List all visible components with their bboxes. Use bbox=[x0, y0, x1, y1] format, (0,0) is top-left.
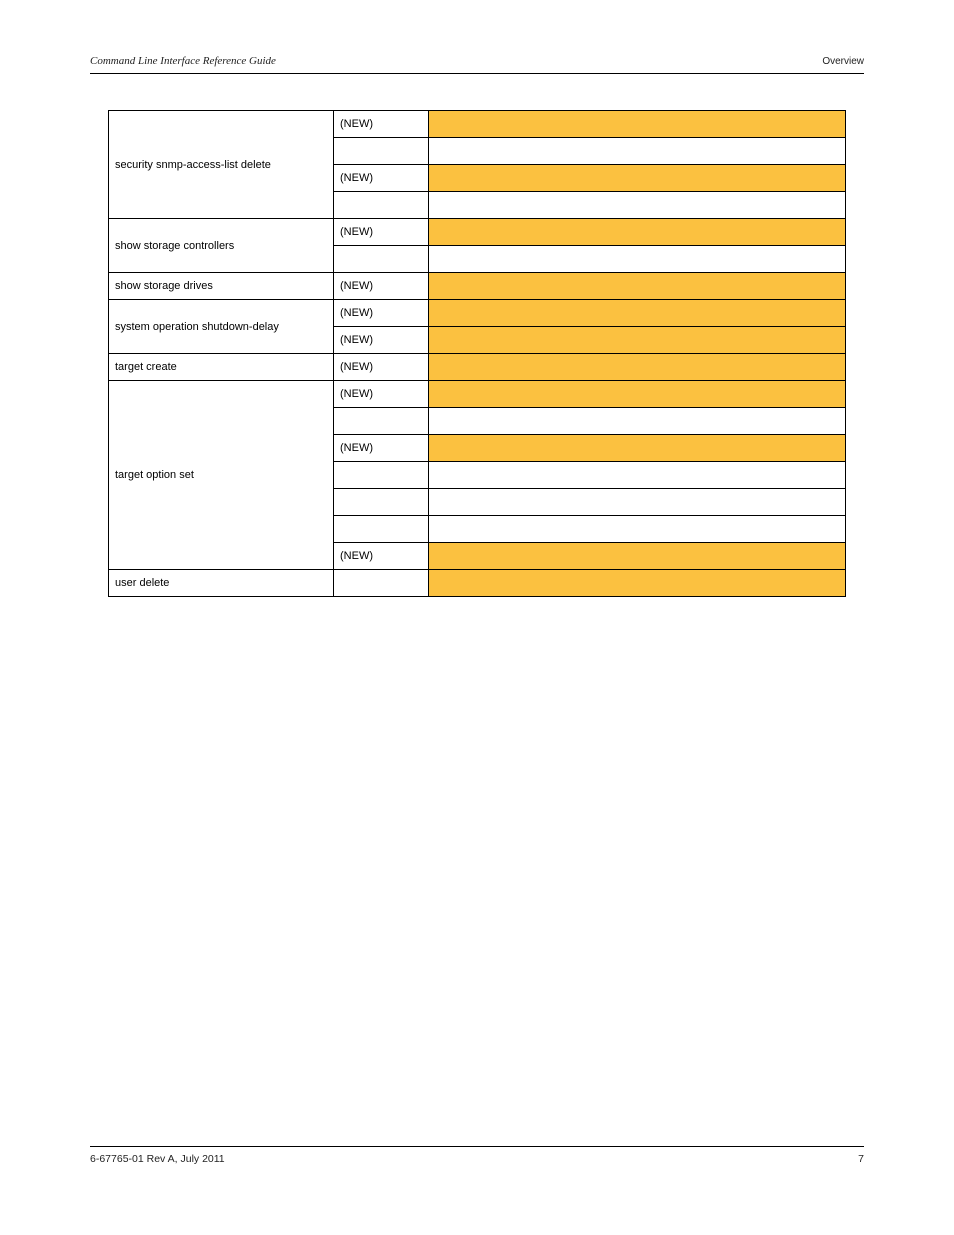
desc-cell bbox=[429, 111, 846, 138]
sub-cell bbox=[334, 138, 429, 165]
table-row: user delete bbox=[109, 570, 846, 597]
table-row: show storage drives (NEW) bbox=[109, 273, 846, 300]
sub-cell bbox=[334, 462, 429, 489]
cmd-cell: security snmp-access-list delete bbox=[109, 111, 334, 219]
document-page: Command Line Interface Reference Guide O… bbox=[0, 0, 954, 1235]
sub-cell: (NEW) bbox=[334, 327, 429, 354]
table-row: security snmp-access-list delete (NEW) bbox=[109, 111, 846, 138]
desc-cell bbox=[429, 192, 846, 219]
sub-cell bbox=[334, 246, 429, 273]
sub-cell: (NEW) bbox=[334, 219, 429, 246]
sub-cell bbox=[334, 570, 429, 597]
table-row: system operation shutdown-delay (NEW) bbox=[109, 300, 846, 327]
sub-cell: (NEW) bbox=[334, 543, 429, 570]
sub-cell: (NEW) bbox=[334, 435, 429, 462]
footer-line: 6-67765-01 Rev A, July 2011 7 bbox=[90, 1146, 864, 1165]
desc-cell bbox=[429, 246, 846, 273]
desc-cell bbox=[429, 354, 846, 381]
cmd-cell: target option set bbox=[109, 381, 334, 570]
header-title-left: Command Line Interface Reference Guide bbox=[90, 55, 276, 67]
desc-cell bbox=[429, 300, 846, 327]
command-table: security snmp-access-list delete (NEW) (… bbox=[108, 110, 846, 597]
page-footer: 6-67765-01 Rev A, July 2011 7 bbox=[90, 1146, 864, 1165]
command-table-wrap: security snmp-access-list delete (NEW) (… bbox=[108, 110, 846, 597]
sub-cell: (NEW) bbox=[334, 381, 429, 408]
sub-cell bbox=[334, 408, 429, 435]
desc-cell bbox=[429, 273, 846, 300]
footer-page-number: 7 bbox=[858, 1153, 864, 1165]
page-header: Command Line Interface Reference Guide O… bbox=[90, 55, 864, 74]
cmd-cell: target create bbox=[109, 354, 334, 381]
desc-cell bbox=[429, 408, 846, 435]
cmd-cell: system operation shutdown-delay bbox=[109, 300, 334, 354]
desc-cell bbox=[429, 543, 846, 570]
footer-left: 6-67765-01 Rev A, July 2011 bbox=[90, 1153, 225, 1165]
desc-cell bbox=[429, 516, 846, 543]
desc-cell bbox=[429, 462, 846, 489]
desc-cell bbox=[429, 381, 846, 408]
sub-cell: (NEW) bbox=[334, 111, 429, 138]
desc-cell bbox=[429, 489, 846, 516]
table-row: target create (NEW) bbox=[109, 354, 846, 381]
sub-cell bbox=[334, 516, 429, 543]
table-row: target option set (NEW) bbox=[109, 381, 846, 408]
sub-cell: (NEW) bbox=[334, 300, 429, 327]
desc-cell bbox=[429, 570, 846, 597]
sub-cell: (NEW) bbox=[334, 165, 429, 192]
desc-cell bbox=[429, 165, 846, 192]
sub-cell bbox=[334, 489, 429, 516]
desc-cell bbox=[429, 138, 846, 165]
sub-cell: (NEW) bbox=[334, 354, 429, 381]
sub-cell bbox=[334, 192, 429, 219]
desc-cell bbox=[429, 435, 846, 462]
cmd-cell: show storage drives bbox=[109, 273, 334, 300]
sub-cell: (NEW) bbox=[334, 273, 429, 300]
header-title-right: Overview bbox=[822, 56, 864, 67]
cmd-cell: show storage controllers bbox=[109, 219, 334, 273]
desc-cell bbox=[429, 327, 846, 354]
table-row: show storage controllers (NEW) bbox=[109, 219, 846, 246]
cmd-cell: user delete bbox=[109, 570, 334, 597]
desc-cell bbox=[429, 219, 846, 246]
